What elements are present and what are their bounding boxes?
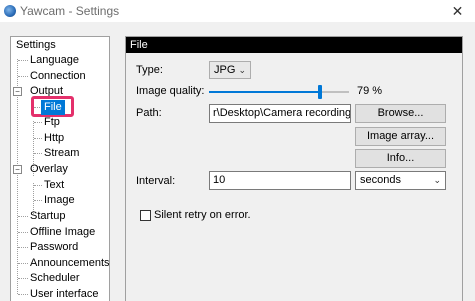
settings-window: Settings Language Connection − Output Fi… <box>0 22 475 301</box>
image-quality-slider-thumb[interactable] <box>318 85 322 99</box>
interval-unit-select[interactable]: seconds ⌄ <box>355 171 446 190</box>
tree-item-password[interactable]: Password <box>30 240 78 255</box>
tree-guide-line <box>34 200 42 201</box>
tree-item-ftp[interactable]: Ftp <box>44 115 60 130</box>
title-bar: Yawcam - Settings ✕ <box>0 0 475 22</box>
tree-guide-line <box>34 185 42 186</box>
tree-item-startup[interactable]: Startup <box>30 209 65 224</box>
tree-guide-line <box>18 247 28 248</box>
interval-label: Interval: <box>136 175 176 187</box>
info-button[interactable]: Info... <box>355 149 446 168</box>
tree-item-file[interactable]: File <box>41 100 65 115</box>
path-label: Path: <box>136 107 162 119</box>
image-quality-label: Image quality: <box>136 85 205 97</box>
image-quality-value: 79 % <box>357 85 383 97</box>
type-select[interactable]: JPG ⌄ <box>209 61 251 79</box>
tree-guide-line <box>18 263 28 264</box>
tree-item-overlay[interactable]: Overlay <box>30 162 68 177</box>
silent-retry-label[interactable]: Silent retry on error. <box>154 209 251 221</box>
interval-unit-value: seconds <box>360 174 401 186</box>
tree-guide-line <box>18 278 28 279</box>
collapse-overlay-icon[interactable]: − <box>13 165 22 174</box>
tree-guide-line <box>18 60 28 61</box>
tree-guide-line <box>34 153 42 154</box>
tree-guide-line <box>34 122 42 123</box>
tree-guide-line <box>18 76 28 77</box>
tree-item-image[interactable]: Image <box>44 193 75 208</box>
panel-header: File <box>126 37 462 53</box>
yawcam-app-icon <box>4 5 16 17</box>
tree-item-user-interface[interactable]: User interface <box>30 287 98 301</box>
image-array-button[interactable]: Image array... <box>355 127 446 146</box>
tree-item-text[interactable]: Text <box>44 178 64 193</box>
tree-guide-line <box>18 232 28 233</box>
tree-item-language[interactable]: Language <box>30 53 79 68</box>
window-title: Yawcam - Settings <box>20 4 120 18</box>
path-input[interactable]: r\Desktop\Camera recordings <box>209 104 351 123</box>
image-quality-slider-fill <box>209 91 320 93</box>
silent-retry-checkbox[interactable] <box>140 210 151 221</box>
tree-item-offline-image[interactable]: Offline Image <box>30 225 95 240</box>
tree-item-scheduler[interactable]: Scheduler <box>30 271 80 286</box>
chevron-down-icon: ⌄ <box>238 65 246 75</box>
chevron-down-icon: ⌄ <box>433 175 441 185</box>
tree-item-settings[interactable]: Settings <box>16 38 56 53</box>
tree-item-http[interactable]: Http <box>44 131 64 146</box>
tree-item-announcements[interactable]: Announcements <box>30 256 109 271</box>
tree-guide-line <box>18 294 28 295</box>
type-label: Type: <box>136 64 163 76</box>
browse-button[interactable]: Browse... <box>355 104 446 123</box>
close-button[interactable]: ✕ <box>440 0 475 22</box>
settings-tree[interactable]: Settings Language Connection − Output Fi… <box>10 36 110 301</box>
collapse-output-icon[interactable]: − <box>13 87 22 96</box>
interval-input[interactable]: 10 <box>209 171 351 190</box>
tree-guide-line <box>18 216 28 217</box>
type-select-value: JPG <box>214 64 236 76</box>
file-settings-panel: File Type: JPG ⌄ Image quality: 79 % Pat… <box>125 36 463 301</box>
tree-guide-line <box>34 138 42 139</box>
tree-item-connection[interactable]: Connection <box>30 69 86 84</box>
tree-item-stream[interactable]: Stream <box>44 146 79 161</box>
